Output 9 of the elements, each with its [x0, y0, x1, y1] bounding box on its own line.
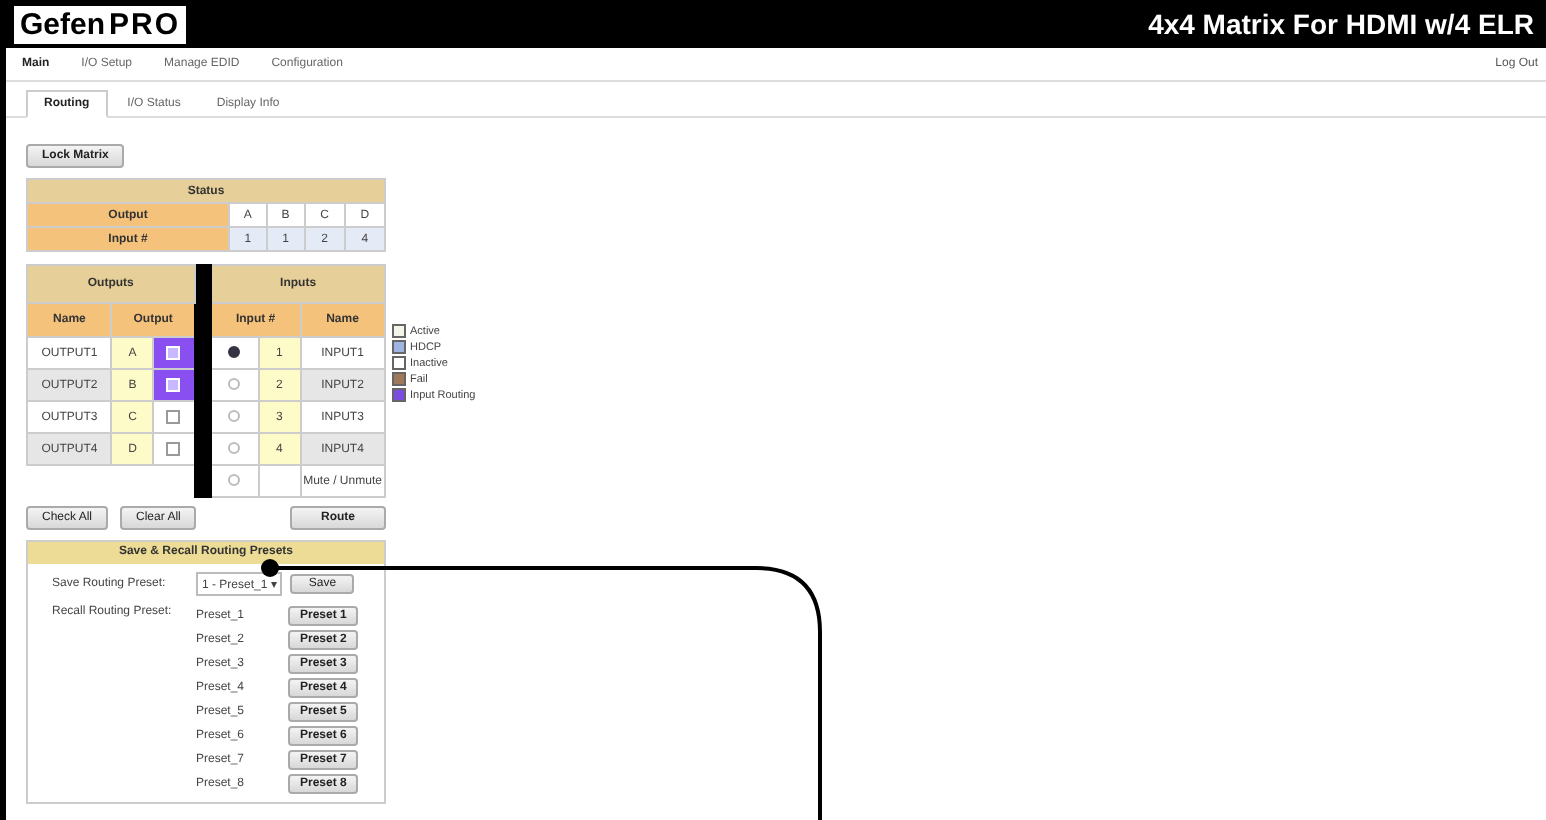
logo: Gefen PRO — [14, 5, 187, 43]
radio-button[interactable] — [228, 378, 241, 391]
checkbox[interactable] — [166, 441, 181, 456]
radio-button[interactable] — [228, 346, 241, 359]
checkbox[interactable] — [166, 409, 181, 424]
radio-button[interactable] — [228, 474, 241, 487]
page-title: 4x4 Matrix For HDMI w/4 ELR — [1148, 8, 1534, 40]
radio-button[interactable] — [228, 442, 241, 455]
radio-button[interactable] — [228, 410, 241, 423]
